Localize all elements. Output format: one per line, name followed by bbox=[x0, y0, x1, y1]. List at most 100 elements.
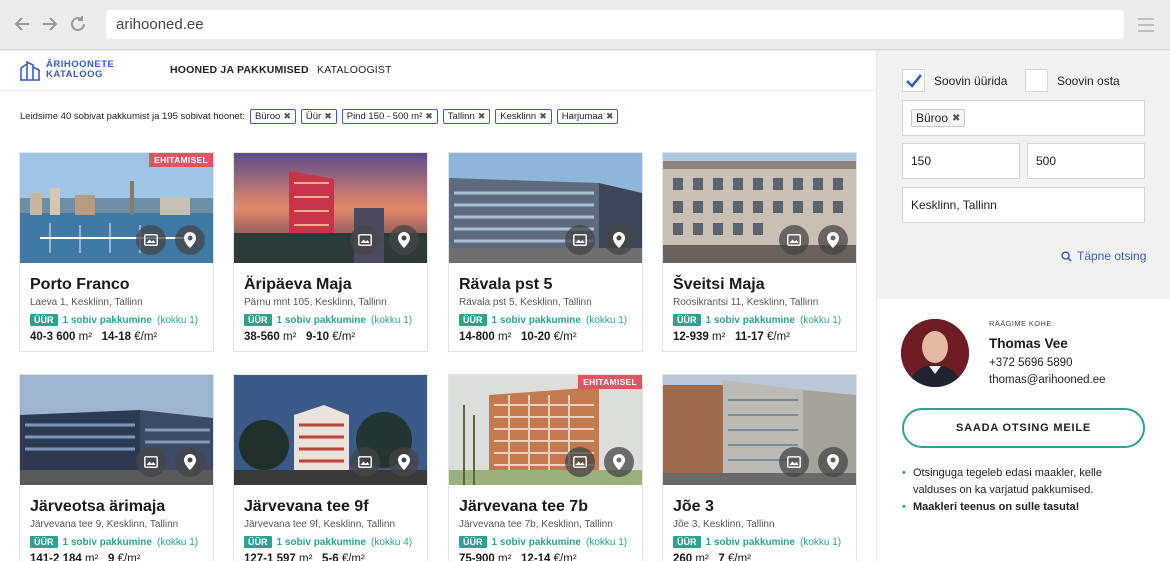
gallery-button[interactable] bbox=[779, 225, 809, 255]
offer-link[interactable]: 1 sobiv pakkumine bbox=[706, 537, 795, 548]
close-icon[interactable]: ✖ bbox=[539, 111, 547, 122]
area-min-input[interactable]: 150 bbox=[902, 143, 1020, 179]
building-photo[interactable] bbox=[234, 153, 427, 263]
contact-name: Thomas Vee bbox=[989, 336, 1068, 351]
building-title[interactable]: Porto Franco bbox=[30, 276, 130, 294]
image-icon bbox=[573, 234, 587, 246]
rent-checkbox-row[interactable]: Soovin üürida bbox=[902, 69, 1007, 92]
close-icon[interactable]: ✖ bbox=[606, 111, 614, 122]
contact-phone[interactable]: +372 5696 5890 bbox=[989, 357, 1072, 369]
offer-link[interactable]: 1 sobiv pakkumine bbox=[277, 315, 366, 326]
offer-link[interactable]: 1 sobiv pakkumine bbox=[706, 315, 795, 326]
bullet-dot: • bbox=[902, 467, 906, 479]
filter-chip-label: Büroo bbox=[254, 111, 281, 122]
send-search-button[interactable]: SAADA OTSING MEILE bbox=[902, 408, 1145, 448]
offer-link[interactable]: 1 sobiv pakkumine bbox=[492, 315, 581, 326]
filter-chip[interactable]: Kesklinn ✖ bbox=[495, 109, 552, 124]
back-button[interactable] bbox=[12, 14, 32, 34]
building-title[interactable]: Järvevana tee 9f bbox=[244, 498, 369, 516]
building-title[interactable]: Äripäeva Maja bbox=[244, 276, 352, 294]
building-title[interactable]: Rävala pst 5 bbox=[459, 276, 552, 294]
gallery-button[interactable] bbox=[565, 447, 595, 477]
filter-chip[interactable]: Pind 150 - 500 m² ✖ bbox=[341, 109, 438, 124]
close-icon[interactable]: ✖ bbox=[952, 113, 960, 124]
nav-hooned-ja-pakkumised[interactable]: HOONED JA PAKKUMISED bbox=[170, 64, 309, 76]
building-title[interactable]: Järvevana tee 7b bbox=[459, 498, 588, 516]
building-card[interactable]: EHITAMISEL Porto Franco Laeva 1, Kesklinn,… bbox=[19, 152, 214, 352]
location-input[interactable]: Kesklinn, Tallinn bbox=[902, 187, 1145, 223]
map-button[interactable] bbox=[818, 447, 848, 477]
reload-button[interactable] bbox=[68, 14, 88, 34]
building-card[interactable]: EHITAMISEL Järvevana tee 7b Järvevana tee … bbox=[448, 374, 643, 561]
building-photo[interactable] bbox=[449, 153, 642, 263]
close-icon[interactable]: ✖ bbox=[478, 111, 486, 122]
building-title[interactable]: Järveotsa ärimaja bbox=[30, 498, 165, 516]
building-photo[interactable] bbox=[663, 375, 856, 485]
gallery-button[interactable] bbox=[136, 447, 166, 477]
building-card[interactable]: Rävala pst 5 Rävala pst 5, Kesklinn, Tall… bbox=[448, 152, 643, 352]
building-card[interactable]: Šveitsi Maja Roosikrantsi 11, Kesklinn, T… bbox=[662, 152, 857, 352]
map-button[interactable] bbox=[175, 225, 205, 255]
property-type-input[interactable]: Büroo ✖ bbox=[902, 100, 1145, 136]
browser-menu-button[interactable] bbox=[1136, 15, 1156, 35]
image-icon bbox=[144, 234, 158, 246]
bullet-dot: • bbox=[902, 501, 906, 513]
building-card[interactable]: Järvevana tee 9f Järvevana tee 9f, Keskli… bbox=[233, 374, 428, 561]
building-card[interactable]: Järveotsa ärimaja Järvevana tee 9, Keskli… bbox=[19, 374, 214, 561]
gallery-button[interactable] bbox=[350, 447, 380, 477]
filter-chip[interactable]: Tallinn ✖ bbox=[442, 109, 491, 124]
building-card[interactable]: Jõe 3 Jõe 3, Kesklinn, Tallinn ÜÜR 1 sobiv … bbox=[662, 374, 857, 561]
close-icon[interactable]: ✖ bbox=[324, 111, 332, 122]
filter-chip[interactable]: Büroo ✖ bbox=[249, 109, 296, 124]
area-max-input[interactable]: 500 bbox=[1027, 143, 1145, 179]
close-icon[interactable]: ✖ bbox=[283, 111, 291, 122]
offer-row: ÜÜR 1 sobiv pakkumine (kokku 1) bbox=[459, 314, 627, 326]
gallery-button[interactable] bbox=[779, 447, 809, 477]
building-card[interactable]: Äripäeva Maja Pärnu mnt 105, Kesklinn, Ta… bbox=[233, 152, 428, 352]
offer-link[interactable]: 1 sobiv pakkumine bbox=[63, 537, 152, 548]
building-title[interactable]: Jõe 3 bbox=[673, 498, 714, 516]
nav-kataloogist[interactable]: KATALOOGIST bbox=[317, 64, 392, 76]
building-photo[interactable]: EHITAMISEL bbox=[20, 153, 213, 263]
map-button[interactable] bbox=[389, 447, 419, 477]
building-address: Jõe 3, Kesklinn, Tallinn bbox=[673, 519, 775, 530]
offer-link[interactable]: 1 sobiv pakkumine bbox=[492, 537, 581, 548]
advanced-search-link[interactable]: Täpne otsing bbox=[1061, 249, 1146, 263]
offer-type-badge: ÜÜR bbox=[673, 314, 701, 326]
building-photo[interactable] bbox=[663, 153, 856, 263]
offer-total: (kokku 1) bbox=[585, 314, 628, 326]
building-photo[interactable] bbox=[20, 375, 213, 485]
area-unit: m² bbox=[85, 553, 99, 561]
gallery-button[interactable] bbox=[350, 225, 380, 255]
gallery-button[interactable] bbox=[136, 225, 166, 255]
area-value: 38-560 bbox=[244, 331, 280, 343]
map-pin-icon bbox=[184, 454, 196, 470]
map-button[interactable] bbox=[175, 447, 205, 477]
address-bar[interactable]: arihooned.ee bbox=[106, 10, 1124, 39]
contact-email[interactable]: thomas@arihooned.ee bbox=[989, 374, 1106, 386]
offer-total: (kokku 1) bbox=[799, 536, 842, 548]
type-chip[interactable]: Büroo ✖ bbox=[911, 109, 966, 127]
results-summary: Leidsime 40 sobivat pakkumist ja 195 sob… bbox=[20, 111, 245, 122]
gallery-button[interactable] bbox=[565, 225, 595, 255]
contact-label: RÄÄGIME KOHE: bbox=[989, 319, 1055, 328]
map-button[interactable] bbox=[604, 225, 634, 255]
map-button[interactable] bbox=[389, 225, 419, 255]
building-photo[interactable]: EHITAMISEL bbox=[449, 375, 642, 485]
map-button[interactable] bbox=[604, 447, 634, 477]
offer-row: ÜÜR 1 sobiv pakkumine (kokku 1) bbox=[244, 314, 412, 326]
offer-link[interactable]: 1 sobiv pakkumine bbox=[277, 537, 366, 548]
buy-checkbox-row[interactable]: Soovin osta bbox=[1025, 69, 1120, 92]
site-logo[interactable]: ÄRIHOONETE KATALOOG bbox=[20, 59, 114, 81]
building-photo[interactable] bbox=[234, 375, 427, 485]
forward-button[interactable] bbox=[40, 14, 60, 34]
rent-checkbox[interactable] bbox=[902, 69, 925, 92]
filter-chip[interactable]: Harjumaa ✖ bbox=[556, 109, 619, 124]
filter-chip[interactable]: Üür ✖ bbox=[300, 109, 337, 124]
building-title[interactable]: Šveitsi Maja bbox=[673, 276, 765, 294]
offer-link[interactable]: 1 sobiv pakkumine bbox=[63, 315, 152, 326]
buy-checkbox[interactable] bbox=[1025, 69, 1048, 92]
map-button[interactable] bbox=[818, 225, 848, 255]
close-icon[interactable]: ✖ bbox=[425, 111, 433, 122]
offer-type-badge: ÜÜR bbox=[244, 536, 272, 548]
